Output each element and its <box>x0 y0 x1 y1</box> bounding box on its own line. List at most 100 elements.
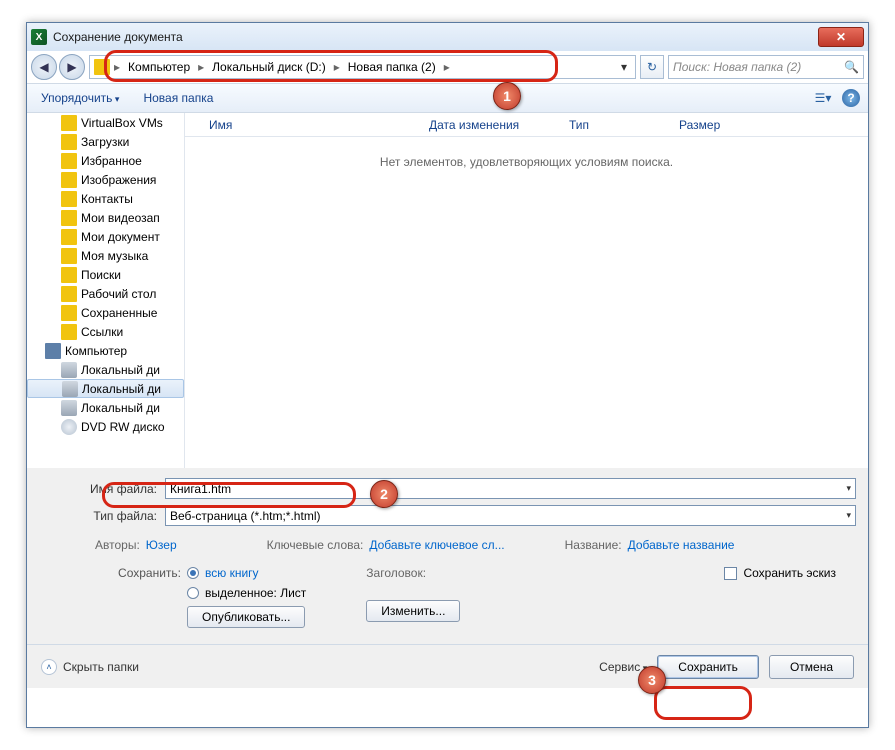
breadcrumb-item[interactable]: Компьютер <box>124 58 194 76</box>
drive-icon <box>61 400 77 416</box>
organize-button[interactable]: Упорядочить <box>35 87 125 109</box>
save-dialog-window: X Сохранение документа ✕ ◀ ▶ ▸ Компьютер… <box>26 22 869 728</box>
radio-whole-book-label[interactable]: всю книгу <box>205 566 259 580</box>
sidebar-item[interactable]: Сохраненные <box>27 303 184 322</box>
sidebar-item-label: Мои документ <box>81 230 160 244</box>
spec-icon <box>61 210 77 226</box>
cancel-button[interactable]: Отмена <box>769 655 854 679</box>
sidebar-item-label: Ссылки <box>81 325 123 339</box>
search-input[interactable]: Поиск: Новая папка (2) 🔍 <box>668 55 864 79</box>
filetype-label: Тип файла: <box>39 509 157 523</box>
sidebar-item[interactable]: VirtualBox VMs <box>27 113 184 132</box>
dialog-footer: ˄ Скрыть папки Сервис Сохранить Отмена <box>27 644 868 688</box>
spec-icon <box>61 286 77 302</box>
sidebar-item[interactable]: Рабочий стол <box>27 284 184 303</box>
sidebar-item[interactable]: Избранное <box>27 151 184 170</box>
chevron-right-icon: ▸ <box>112 60 122 74</box>
radio-whole-book[interactable] <box>187 567 199 579</box>
chevron-right-icon: ▸ <box>442 60 452 74</box>
drive-icon <box>61 362 77 378</box>
back-button[interactable]: ◀ <box>31 54 57 80</box>
sidebar-item[interactable]: Локальный ди <box>27 379 184 398</box>
sidebar-item[interactable]: Локальный ди <box>27 360 184 379</box>
spec-icon <box>61 248 77 264</box>
sidebar-item-label: Изображения <box>81 173 156 187</box>
header-label: Заголовок: <box>366 566 426 580</box>
sidebar-item[interactable]: Мои документ <box>27 227 184 246</box>
annotation-badge-3: 3 <box>638 666 666 694</box>
search-icon: 🔍 <box>844 60 859 74</box>
comp-icon <box>45 343 61 359</box>
sidebar-item[interactable]: Изображения <box>27 170 184 189</box>
sidebar-item-label: Локальный ди <box>82 382 161 396</box>
save-button[interactable]: Сохранить <box>657 655 759 679</box>
column-modified[interactable]: Дата изменения <box>421 118 561 132</box>
breadcrumb-dropdown[interactable]: ▾ <box>617 60 631 74</box>
breadcrumb-item[interactable]: Локальный диск (D:) <box>208 58 330 76</box>
title-link[interactable]: Добавьте название <box>628 538 735 552</box>
sidebar-item-label: Рабочий стол <box>81 287 156 301</box>
column-headers: Имя Дата изменения Тип Размер <box>185 113 868 137</box>
filename-label: Имя файла: <box>39 482 157 496</box>
column-size[interactable]: Размер <box>671 118 728 132</box>
save-form: Имя файла: Книга1.htm Тип файла: Веб-стр… <box>27 468 868 644</box>
spec-icon <box>61 229 77 245</box>
keywords-link[interactable]: Добавьте ключевое сл... <box>369 538 504 552</box>
spec-icon <box>61 172 77 188</box>
sidebar-item[interactable]: Локальный ди <box>27 398 184 417</box>
refresh-button[interactable]: ↻ <box>640 55 664 79</box>
sidebar-item[interactable]: Загрузки <box>27 132 184 151</box>
breadcrumb-item[interactable]: Новая папка (2) <box>344 58 440 76</box>
window-title: Сохранение документа <box>53 30 183 44</box>
filename-value: Книга1.htm <box>170 482 231 496</box>
breadcrumb[interactable]: ▸ Компьютер ▸ Локальный диск (D:) ▸ Нова… <box>89 55 636 79</box>
sidebar-item[interactable]: Ссылки <box>27 322 184 341</box>
title-label: Название: <box>565 538 622 552</box>
sidebar-item[interactable]: DVD RW диско <box>27 417 184 436</box>
annotation-badge-1: 1 <box>493 82 521 110</box>
column-type[interactable]: Тип <box>561 118 671 132</box>
hide-folders-label: Скрыть папки <box>63 660 139 674</box>
sidebar-item[interactable]: Контакты <box>27 189 184 208</box>
view-options-button[interactable]: ☰▾ <box>812 89 834 107</box>
change-title-button[interactable]: Изменить... <box>366 600 460 622</box>
sidebar-item[interactable]: Поиски <box>27 265 184 284</box>
column-name[interactable]: Имя <box>201 118 421 132</box>
help-icon[interactable]: ? <box>842 89 860 107</box>
chevron-up-icon: ˄ <box>41 659 57 675</box>
file-pane: Имя Дата изменения Тип Размер Нет элемен… <box>185 113 868 468</box>
save-thumbnail-label[interactable]: Сохранить эскиз <box>743 566 836 580</box>
forward-button[interactable]: ▶ <box>59 54 85 80</box>
new-folder-button[interactable]: Новая папка <box>137 87 219 109</box>
sidebar-item[interactable]: Мои видеозап <box>27 208 184 227</box>
sidebar-item-label: Локальный ди <box>81 401 160 415</box>
annotation-badge-2: 2 <box>370 480 398 508</box>
sidebar-item[interactable]: Компьютер <box>27 341 184 360</box>
spec-icon <box>61 153 77 169</box>
authors-label: Авторы: <box>95 538 140 552</box>
save-thumbnail-checkbox[interactable] <box>724 567 737 580</box>
sidebar-item-label: Мои видеозап <box>81 211 160 225</box>
keywords-label: Ключевые слова: <box>267 538 364 552</box>
radio-selected-sheet[interactable] <box>187 587 199 599</box>
toolbar: Упорядочить Новая папка ☰▾ ? <box>27 83 868 113</box>
sidebar-item-label: Компьютер <box>65 344 127 358</box>
radio-selected-sheet-label[interactable]: выделенное: Лист <box>205 586 306 600</box>
titlebar: X Сохранение документа ✕ <box>27 23 868 51</box>
sidebar-item[interactable]: Моя музыка <box>27 246 184 265</box>
folder-icon <box>94 59 110 75</box>
drive-icon <box>62 381 78 397</box>
dvd-icon <box>61 419 77 435</box>
folder-icon <box>61 115 77 131</box>
spec-icon <box>61 134 77 150</box>
close-button[interactable]: ✕ <box>818 27 864 47</box>
sidebar-item-label: Загрузки <box>81 135 129 149</box>
hide-folders-button[interactable]: ˄ Скрыть папки <box>41 659 139 675</box>
filetype-select[interactable]: Веб-страница (*.htm;*.html) <box>165 505 856 526</box>
publish-button[interactable]: Опубликовать... <box>187 606 305 628</box>
spec-icon <box>61 305 77 321</box>
save-scope-label: Сохранить: <box>95 566 181 580</box>
authors-value[interactable]: Юзер <box>146 538 177 552</box>
filename-input[interactable]: Книга1.htm <box>165 478 856 499</box>
sidebar-item-label: VirtualBox VMs <box>81 116 163 130</box>
